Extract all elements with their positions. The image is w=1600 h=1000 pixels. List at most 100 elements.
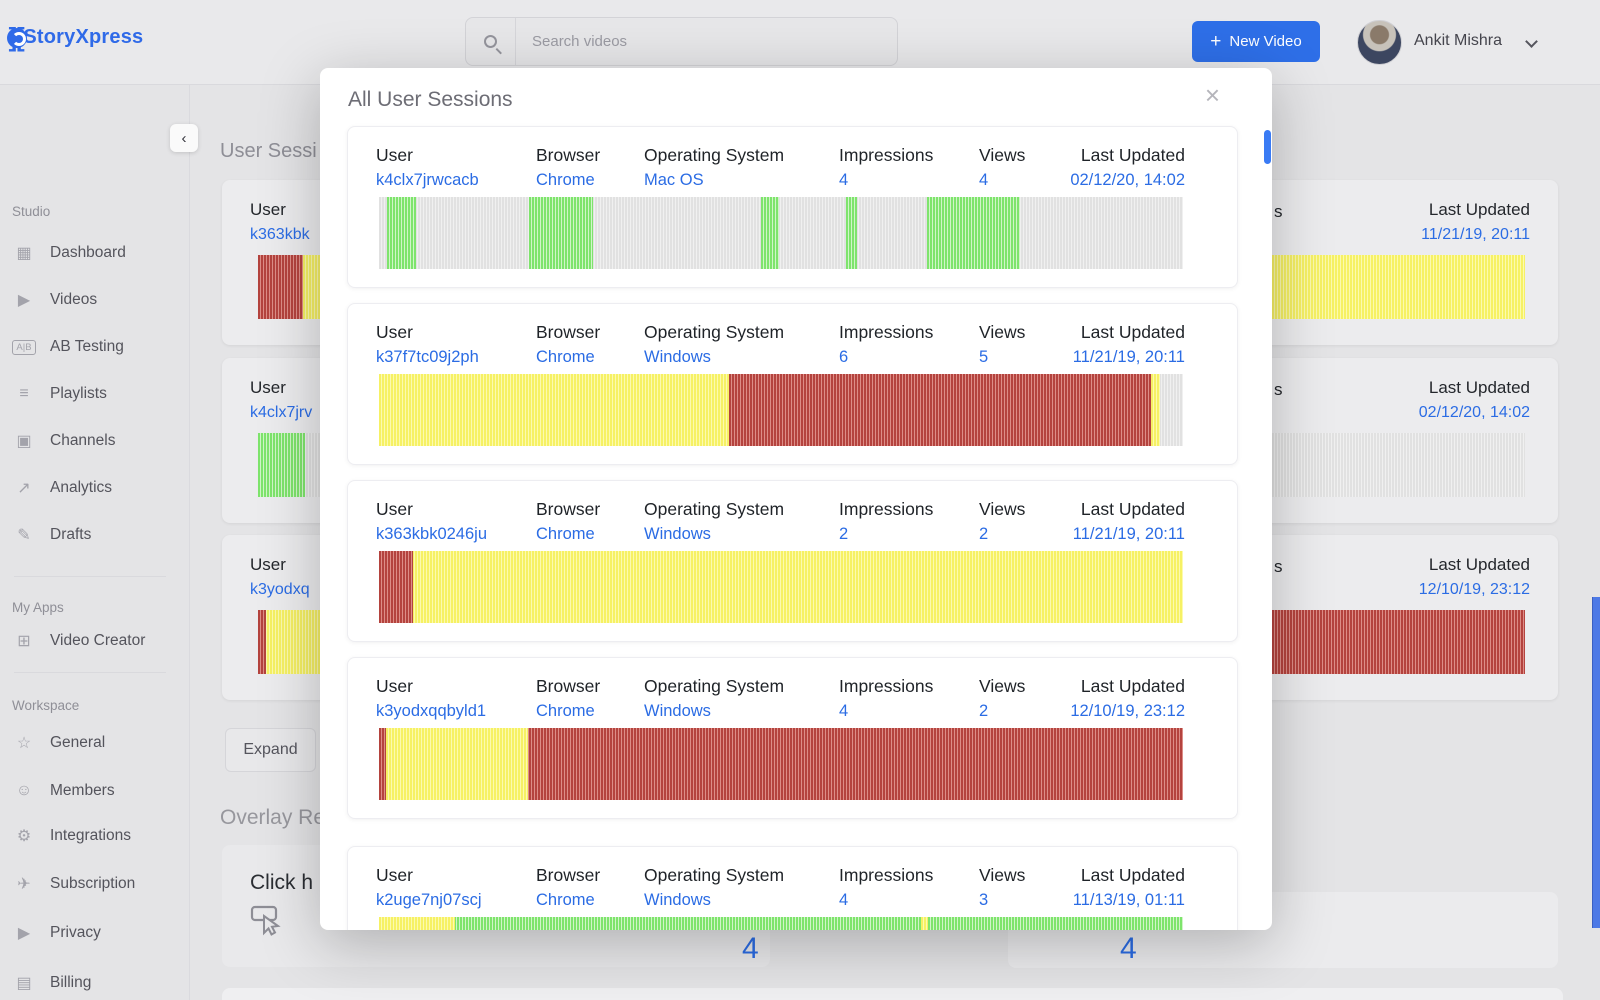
expand-button[interactable]: Expand [225, 728, 316, 772]
last-updated-value: 12/10/19, 23:12 [1419, 581, 1530, 599]
plus-icon: + [1210, 31, 1221, 53]
bar-segment [258, 255, 303, 319]
session-heatmap-bar [379, 917, 1183, 930]
storyxpress-logo[interactable]: [ ] StoryXpress [16, 22, 143, 53]
last-updated-value: 11/21/19, 20:11 [1421, 226, 1530, 244]
video-search [465, 17, 898, 66]
search-icon-zone [466, 18, 516, 65]
bar-segment [921, 917, 928, 930]
views-label-fragment: s [1274, 380, 1283, 400]
bar-segment [379, 551, 413, 623]
sidebar-item-drafts[interactable]: ✎ Drafts [12, 518, 182, 552]
bar-segment [386, 728, 528, 800]
sidebar-item-ab-testing[interactable]: A|B AB Testing [12, 330, 182, 364]
browser-value: Chrome [536, 348, 595, 367]
background-metric-value: 4 [742, 932, 759, 966]
sidebar-collapse-button[interactable]: ‹ [170, 124, 198, 152]
os-value: Windows [644, 891, 711, 910]
impressions-value: 4 [839, 171, 848, 190]
videos-icon: ▶ [12, 290, 36, 310]
sidebar-item-dashboard[interactable]: ▦ Dashboard [12, 236, 182, 270]
bar-segment [258, 610, 266, 674]
channels-icon: ▣ [12, 431, 36, 451]
session-heatmap-bar [379, 374, 1183, 446]
views-value: 5 [979, 348, 988, 367]
views-label-fragment: s [1274, 557, 1283, 577]
members-icon: ☺ [12, 782, 36, 800]
sidebar-divider [14, 672, 166, 673]
sidebar-border [189, 84, 190, 1000]
last-updated-value: 02/12/20, 14:02 [1419, 404, 1530, 422]
background-card-edge [222, 988, 1563, 1000]
sidebar-item-analytics[interactable]: ↗ Analytics [12, 471, 182, 505]
sidebar-item-channels[interactable]: ▣ Channels [12, 424, 182, 458]
bar-segment [846, 197, 857, 269]
bar-segment [927, 197, 1020, 269]
bar-segment [379, 917, 455, 930]
new-video-button[interactable]: + New Video [1192, 21, 1320, 62]
sidebar-item-general[interactable]: ☆ General [12, 726, 182, 760]
views-value: 2 [979, 525, 988, 544]
session-heatmap-bar [379, 728, 1183, 800]
last-updated-value: 12/10/19, 23:12 [1070, 702, 1185, 721]
chevron-down-icon[interactable] [1525, 35, 1538, 48]
close-icon[interactable]: × [1205, 82, 1220, 108]
bar-segment [729, 374, 1151, 446]
sidebar-item-playlists[interactable]: ≡ Playlists [12, 377, 182, 411]
user-id[interactable]: k3yodxqqbyld1 [376, 702, 486, 721]
search-icon [484, 35, 497, 48]
sidebar-item-video-creator[interactable]: ⊞ Video Creator [12, 624, 182, 658]
user-id[interactable]: k37f7tc09j2ph [376, 348, 479, 367]
sidebar-item-subscription[interactable]: ✈ Subscription [12, 867, 182, 901]
modal-scrollbar-thumb[interactable] [1264, 130, 1271, 164]
impressions-value: 2 [839, 525, 848, 544]
session-heatmap-bar [379, 197, 1183, 269]
ab-testing-icon: A|B [12, 340, 36, 355]
modal-title: All User Sessions [348, 88, 513, 112]
new-video-label: New Video [1229, 33, 1301, 50]
session-heatmap-bar [379, 551, 1183, 623]
browser-value: Chrome [536, 525, 595, 544]
page-scrollbar-thumb[interactable] [1592, 597, 1600, 928]
user-id[interactable]: k4clx7jrwcacb [376, 171, 479, 190]
section-title-studio: Studio [0, 204, 50, 219]
click-cursor-icon [250, 903, 286, 939]
billing-icon: ▤ [12, 973, 36, 993]
page-title: User Sessi [220, 140, 317, 163]
last-updated-value: 11/13/19, 01:11 [1073, 891, 1185, 910]
user-avatar[interactable] [1357, 20, 1402, 65]
sidebar: Studio ▦ Dashboard ▶ Videos A|B AB Testi… [0, 84, 190, 1000]
bar-segment [379, 374, 729, 446]
impressions-value: 4 [839, 702, 848, 721]
search-input[interactable] [516, 33, 897, 50]
sidebar-item-videos[interactable]: ▶ Videos [12, 283, 182, 317]
last-updated-value: 02/12/20, 14:02 [1070, 171, 1185, 190]
bar-segment [258, 433, 305, 497]
bar-segment [1151, 374, 1161, 446]
privacy-icon: ▶ [12, 923, 36, 943]
views-value: 4 [979, 171, 988, 190]
os-value: Windows [644, 702, 711, 721]
session-row: User Browser Operating System Impression… [347, 480, 1238, 642]
session-row: User Browser Operating System Impression… [347, 303, 1238, 465]
os-value: Mac OS [644, 171, 704, 190]
user-id[interactable]: k363kbk0246ju [376, 525, 487, 544]
impressions-value: 4 [839, 891, 848, 910]
last-updated-value: 11/21/19, 20:11 [1073, 348, 1185, 367]
sidebar-divider [14, 576, 166, 577]
user-id[interactable]: k2uge7nj07scj [376, 891, 482, 910]
os-value: Windows [644, 348, 711, 367]
dashboard-icon: ▦ [12, 243, 36, 263]
background-metric-value: 4 [1120, 932, 1137, 966]
sidebar-item-privacy[interactable]: ▶ Privacy [12, 916, 182, 950]
sidebar-item-billing[interactable]: ▤ Billing [12, 966, 182, 1000]
session-row: User Browser Operating System Impression… [347, 657, 1238, 819]
sidebar-item-members[interactable]: ☺ Members [12, 774, 182, 808]
section-title-workspace: Workspace [0, 698, 79, 713]
os-value: Windows [644, 525, 711, 544]
impressions-value: 6 [839, 348, 848, 367]
analytics-icon: ↗ [12, 478, 36, 498]
browser-value: Chrome [536, 171, 595, 190]
last-updated-value: 11/21/19, 20:11 [1073, 525, 1185, 544]
sidebar-item-integrations[interactable]: ⚙ Integrations [12, 819, 182, 853]
